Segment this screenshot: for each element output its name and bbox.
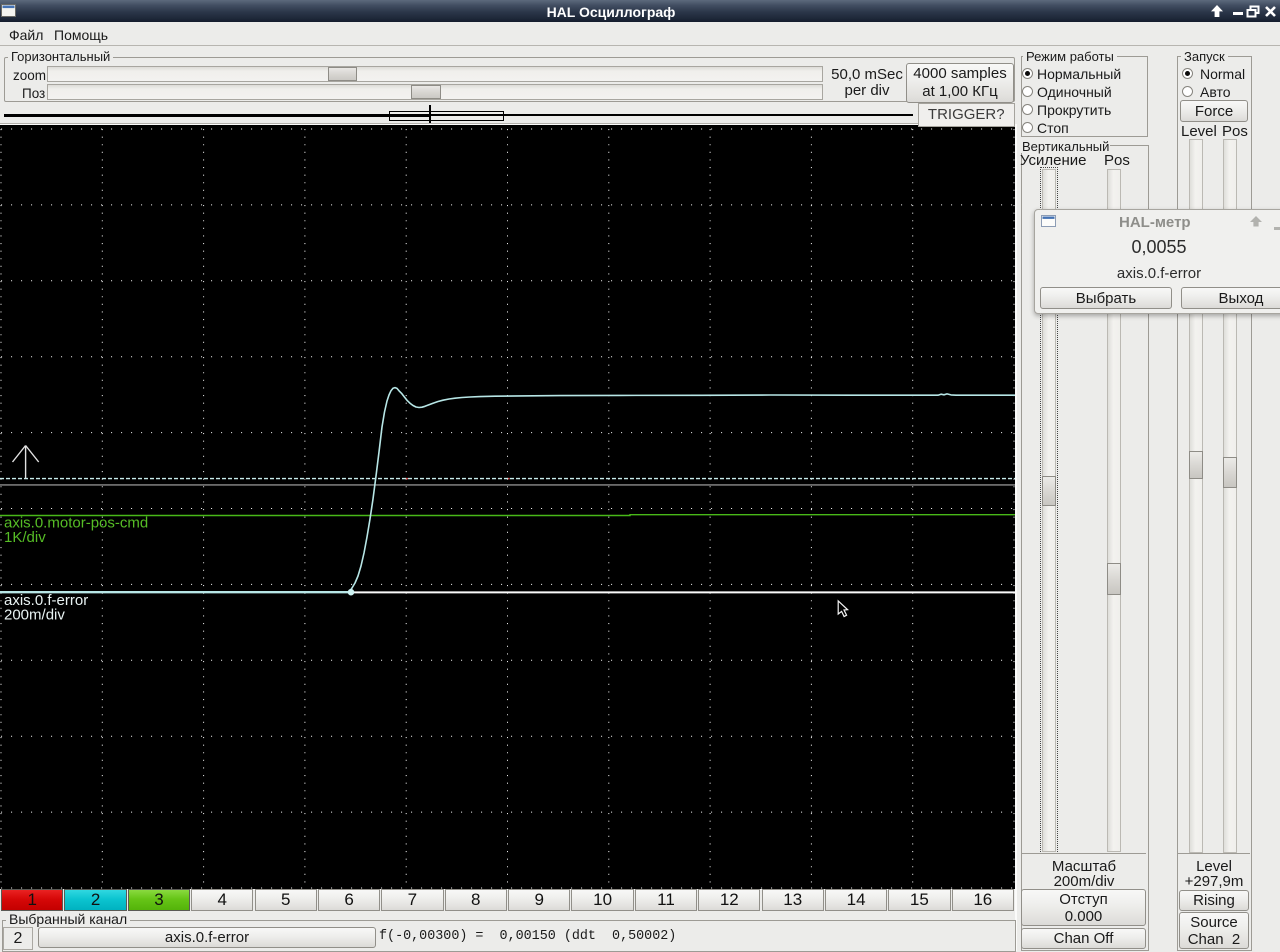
svg-text:1K/div: 1K/div (4, 529, 46, 546)
svg-text:200m/div: 200m/div (4, 607, 65, 624)
